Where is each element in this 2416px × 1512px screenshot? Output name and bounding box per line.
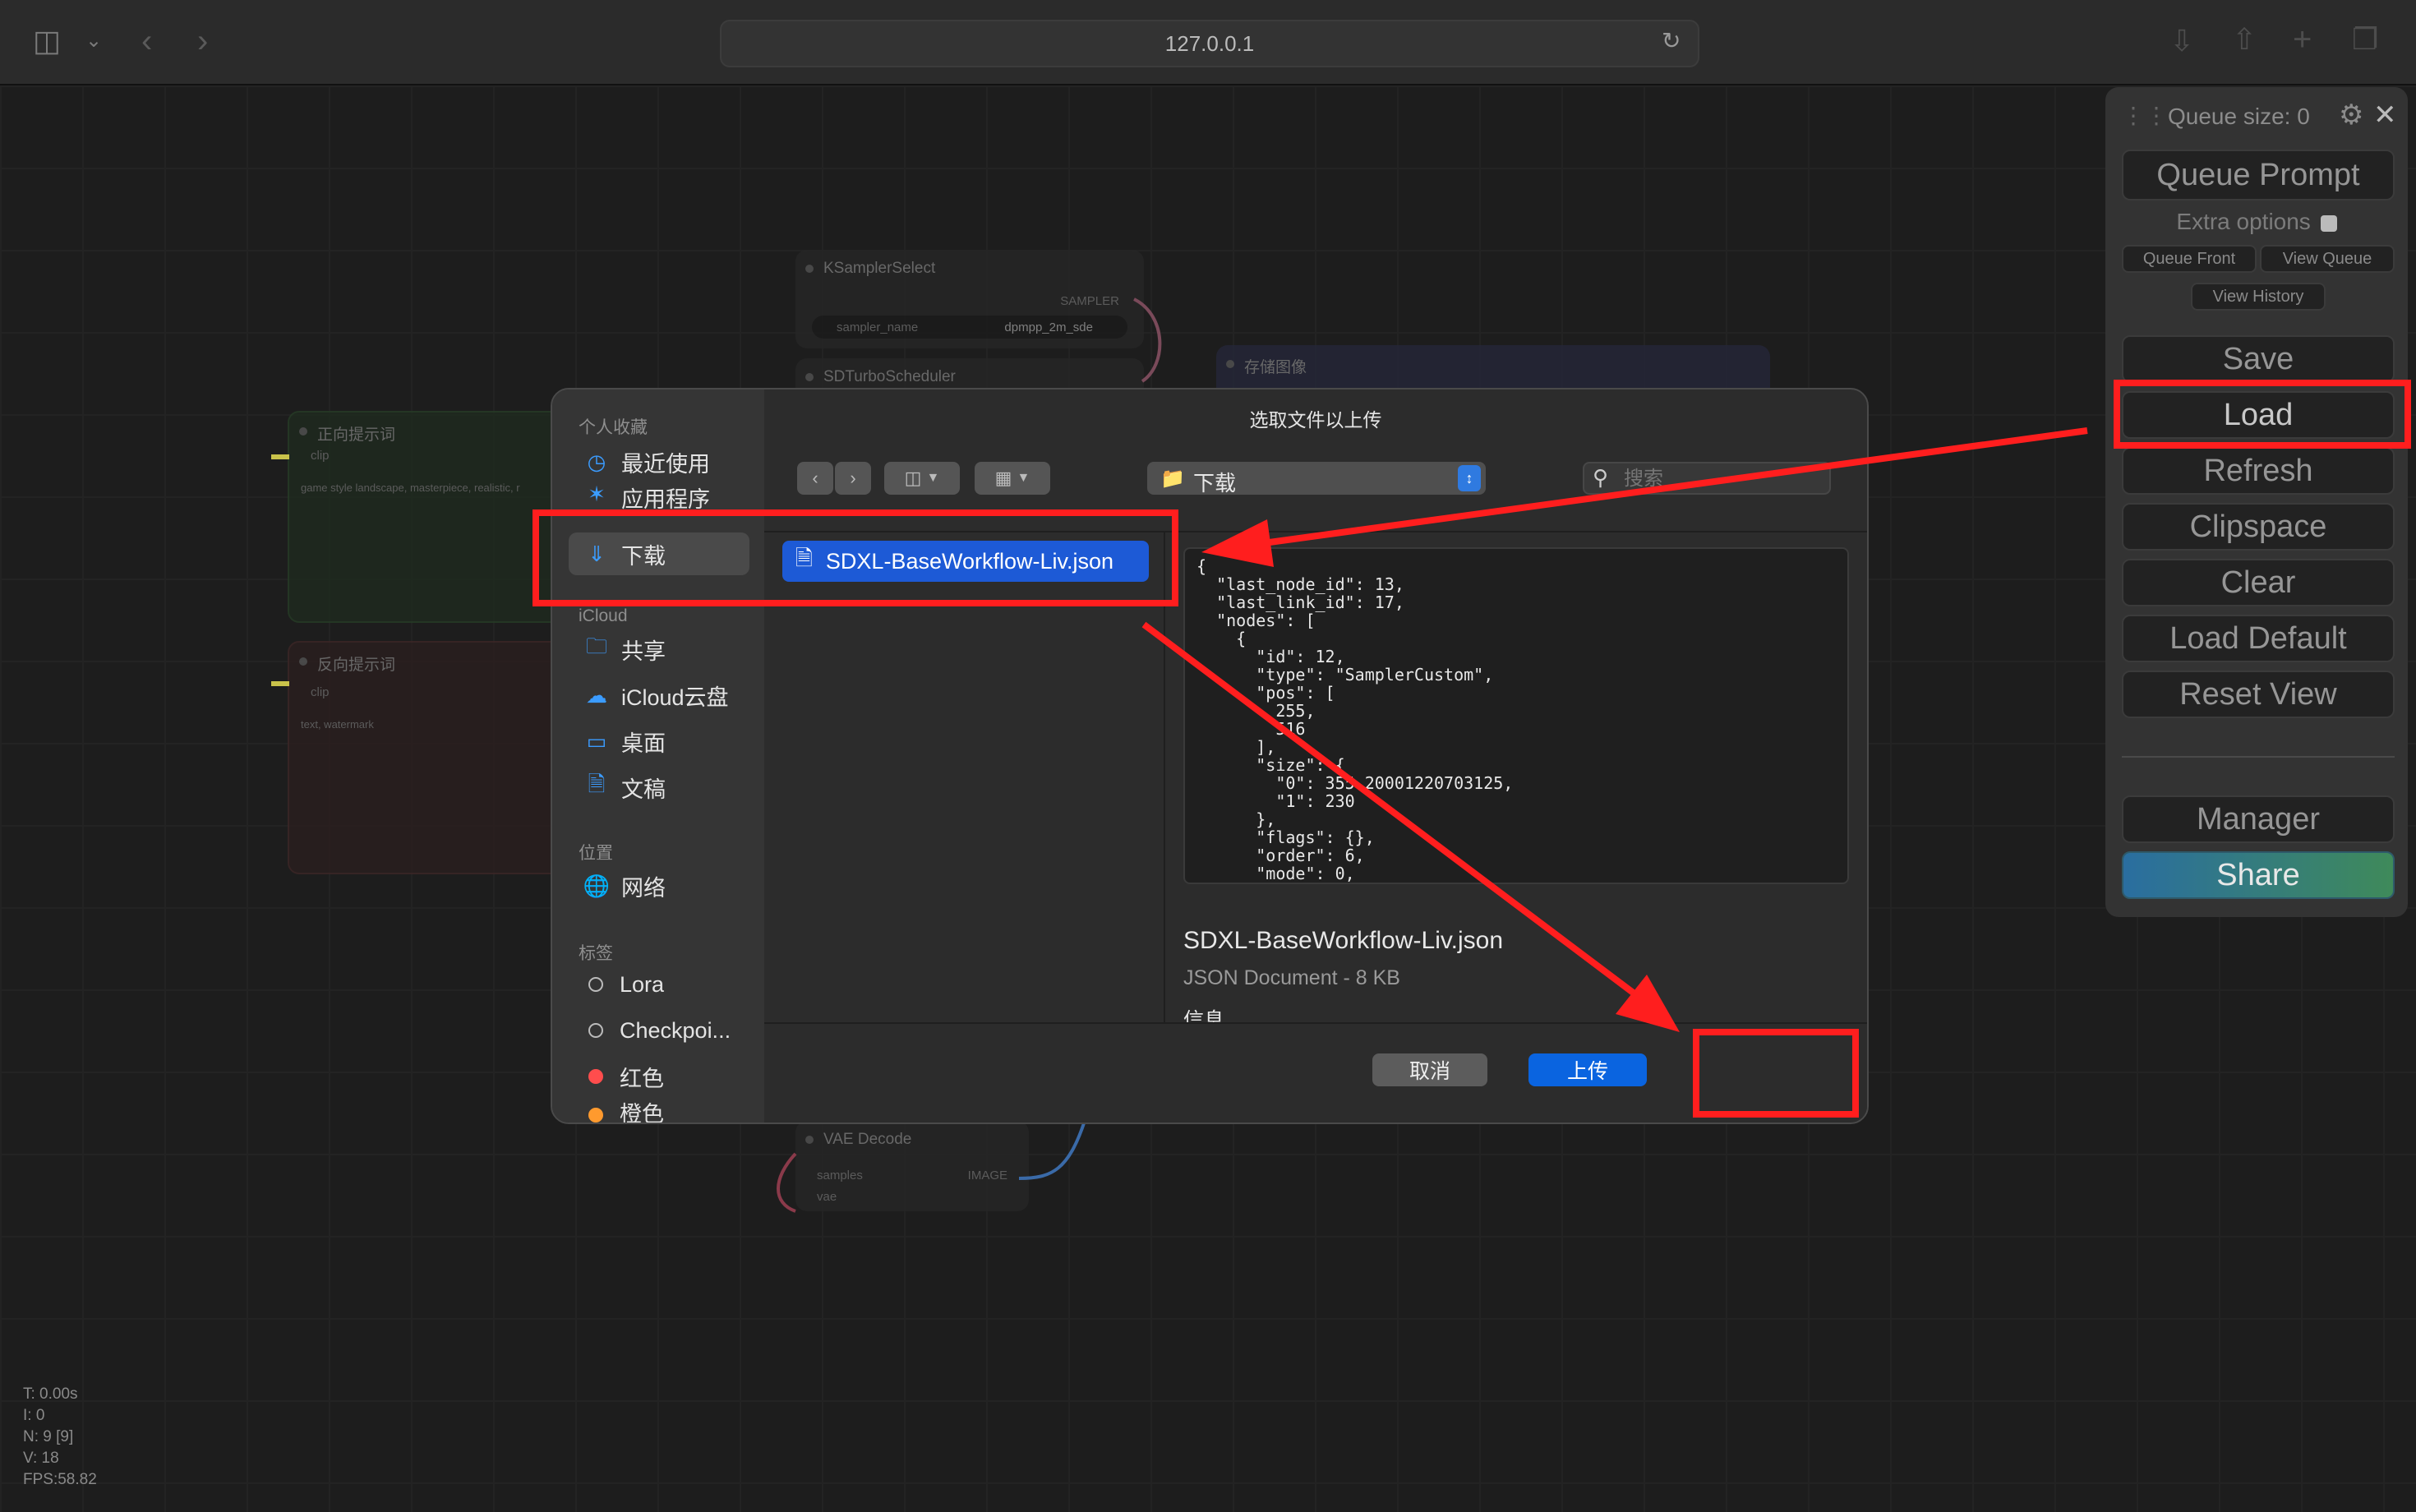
annotation-arrows bbox=[1141, 427, 2088, 1032]
